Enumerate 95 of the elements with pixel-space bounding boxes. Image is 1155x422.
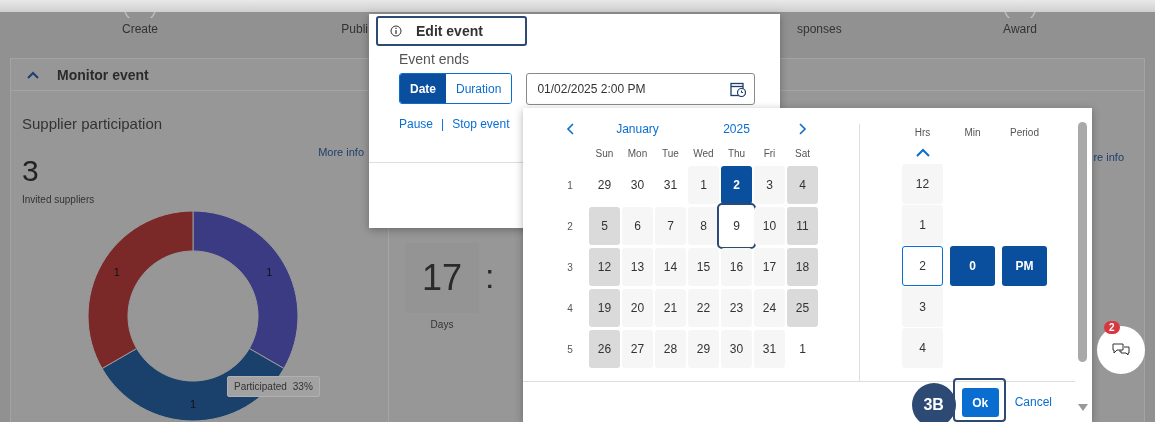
hour-option[interactable]: 12 <box>902 164 943 204</box>
chevron-up-icon[interactable] <box>27 70 39 79</box>
card-title: Supplier participation <box>22 115 164 132</box>
weekday-label: Sun <box>595 147 614 159</box>
more-info-link[interactable]: More info <box>318 146 364 158</box>
chat-icon <box>1112 343 1130 357</box>
day-cell[interactable]: 31 <box>655 166 686 204</box>
time-separator: : <box>485 257 495 296</box>
day-cell[interactable]: 5 <box>589 207 620 245</box>
period-option[interactable]: PM <box>1002 246 1047 286</box>
year-button[interactable]: 2025 <box>723 122 750 136</box>
slice-label: 1 <box>113 266 120 278</box>
calendar-clock-icon[interactable] <box>730 81 747 97</box>
day-cell[interactable]: 16 <box>721 248 752 286</box>
day-cell[interactable]: 3 <box>754 166 785 204</box>
week-number: 2 <box>567 220 573 232</box>
day-cell[interactable]: 20 <box>622 289 653 327</box>
field-label: Event ends <box>399 51 471 67</box>
day-cell[interactable]: 4 <box>787 166 818 204</box>
day-cell[interactable]: 9 <box>717 203 756 249</box>
supplier-count: 3 <box>22 154 40 188</box>
day-cell[interactable]: 6 <box>622 207 653 245</box>
day-cell[interactable]: 17 <box>754 248 785 286</box>
hour-option[interactable]: 2 <box>902 246 943 286</box>
weekday-label: Sat <box>795 147 810 159</box>
day-cell[interactable]: 30 <box>622 166 653 204</box>
day-cell[interactable]: 7 <box>655 207 686 245</box>
step-label: Create <box>122 22 158 36</box>
day-cell[interactable]: 19 <box>589 289 620 327</box>
info-icon <box>390 25 402 37</box>
dialog-title: Edit event <box>416 23 483 39</box>
more-info-link[interactable]: re info <box>1093 151 1124 163</box>
day-cell[interactable]: 14 <box>655 248 686 286</box>
day-cell[interactable]: 23 <box>721 289 752 327</box>
tooltip-label: Participated <box>234 381 287 392</box>
step-label: Award <box>1003 22 1037 36</box>
week-number: 4 <box>567 302 573 314</box>
minute-option[interactable]: 0 <box>950 246 995 286</box>
day-cell[interactable]: 15 <box>688 248 719 286</box>
day-cell[interactable]: 12 <box>589 248 620 286</box>
hour-option[interactable]: 1 <box>902 205 943 245</box>
weekday-label: Fri <box>763 147 776 159</box>
scrollbar-thumb[interactable] <box>1078 122 1087 362</box>
day-cell[interactable]: 27 <box>622 330 653 368</box>
weekday-label: Wed <box>693 147 714 159</box>
week-number: 1 <box>567 179 573 191</box>
day-cell[interactable]: 10 <box>754 207 785 245</box>
stop-event-link[interactable]: Stop event <box>452 117 510 131</box>
days-label: Days <box>430 319 454 330</box>
chevron-up-icon[interactable] <box>915 147 930 157</box>
mode-button[interactable]: Date <box>400 74 446 103</box>
pause-link[interactable]: Pause <box>399 117 434 131</box>
day-cell[interactable]: 25 <box>787 289 818 327</box>
tooltip-value: 33% <box>292 381 313 392</box>
date-time-field[interactable]: 01/02/2025 2:00 PM <box>526 73 756 105</box>
time-column-header: Min <box>964 126 981 138</box>
panel-title: Monitor event <box>57 66 149 83</box>
chevron-right-icon[interactable] <box>798 123 807 135</box>
day-cell[interactable]: 29 <box>589 166 620 204</box>
cancel-link[interactable]: Cancel <box>1014 395 1052 409</box>
day-cell[interactable]: 2 <box>721 166 752 204</box>
step-label: Publi <box>341 22 368 36</box>
time-column-header: Period <box>1010 126 1039 138</box>
day-cell[interactable]: 18 <box>787 248 818 286</box>
day-cell[interactable]: 8 <box>688 207 719 245</box>
day-cell[interactable]: 1 <box>688 166 719 204</box>
ok-button[interactable]: Ok <box>961 388 999 417</box>
day-cell[interactable]: 13 <box>622 248 653 286</box>
day-cell[interactable]: 29 <box>688 330 719 368</box>
week-number: 5 <box>567 343 573 355</box>
day-cell[interactable]: 28 <box>655 330 686 368</box>
slice-label: 1 <box>189 398 197 410</box>
day-cell[interactable]: 22 <box>688 289 719 327</box>
hour-option[interactable]: 3 <box>902 287 943 327</box>
slice-label: 1 <box>266 266 273 278</box>
day-cell[interactable]: 11 <box>787 207 818 245</box>
week-number: 3 <box>567 261 573 273</box>
weekday-label: Mon <box>627 147 648 159</box>
day-cell[interactable]: 26 <box>589 330 620 368</box>
day-cell[interactable]: 21 <box>655 289 686 327</box>
hour-option[interactable]: 4 <box>902 328 943 368</box>
day-cell[interactable]: 1 <box>787 330 818 368</box>
chevron-left-icon[interactable] <box>566 123 574 135</box>
link-separator: | <box>441 117 445 131</box>
time-column-header: Hrs <box>914 126 931 138</box>
step-label: sponses <box>797 22 842 36</box>
scroll-down-icon[interactable] <box>1078 404 1088 411</box>
weekday-label: Thu <box>727 147 746 159</box>
day-cell[interactable]: 31 <box>754 330 785 368</box>
day-cell[interactable]: 24 <box>754 289 785 327</box>
month-button[interactable]: January <box>616 122 659 136</box>
count-label: Invited suppliers <box>22 194 96 205</box>
day-cell[interactable]: 30 <box>721 330 752 368</box>
weekday-label: Tue <box>662 147 679 159</box>
step-badge: 3B <box>911 383 956 422</box>
